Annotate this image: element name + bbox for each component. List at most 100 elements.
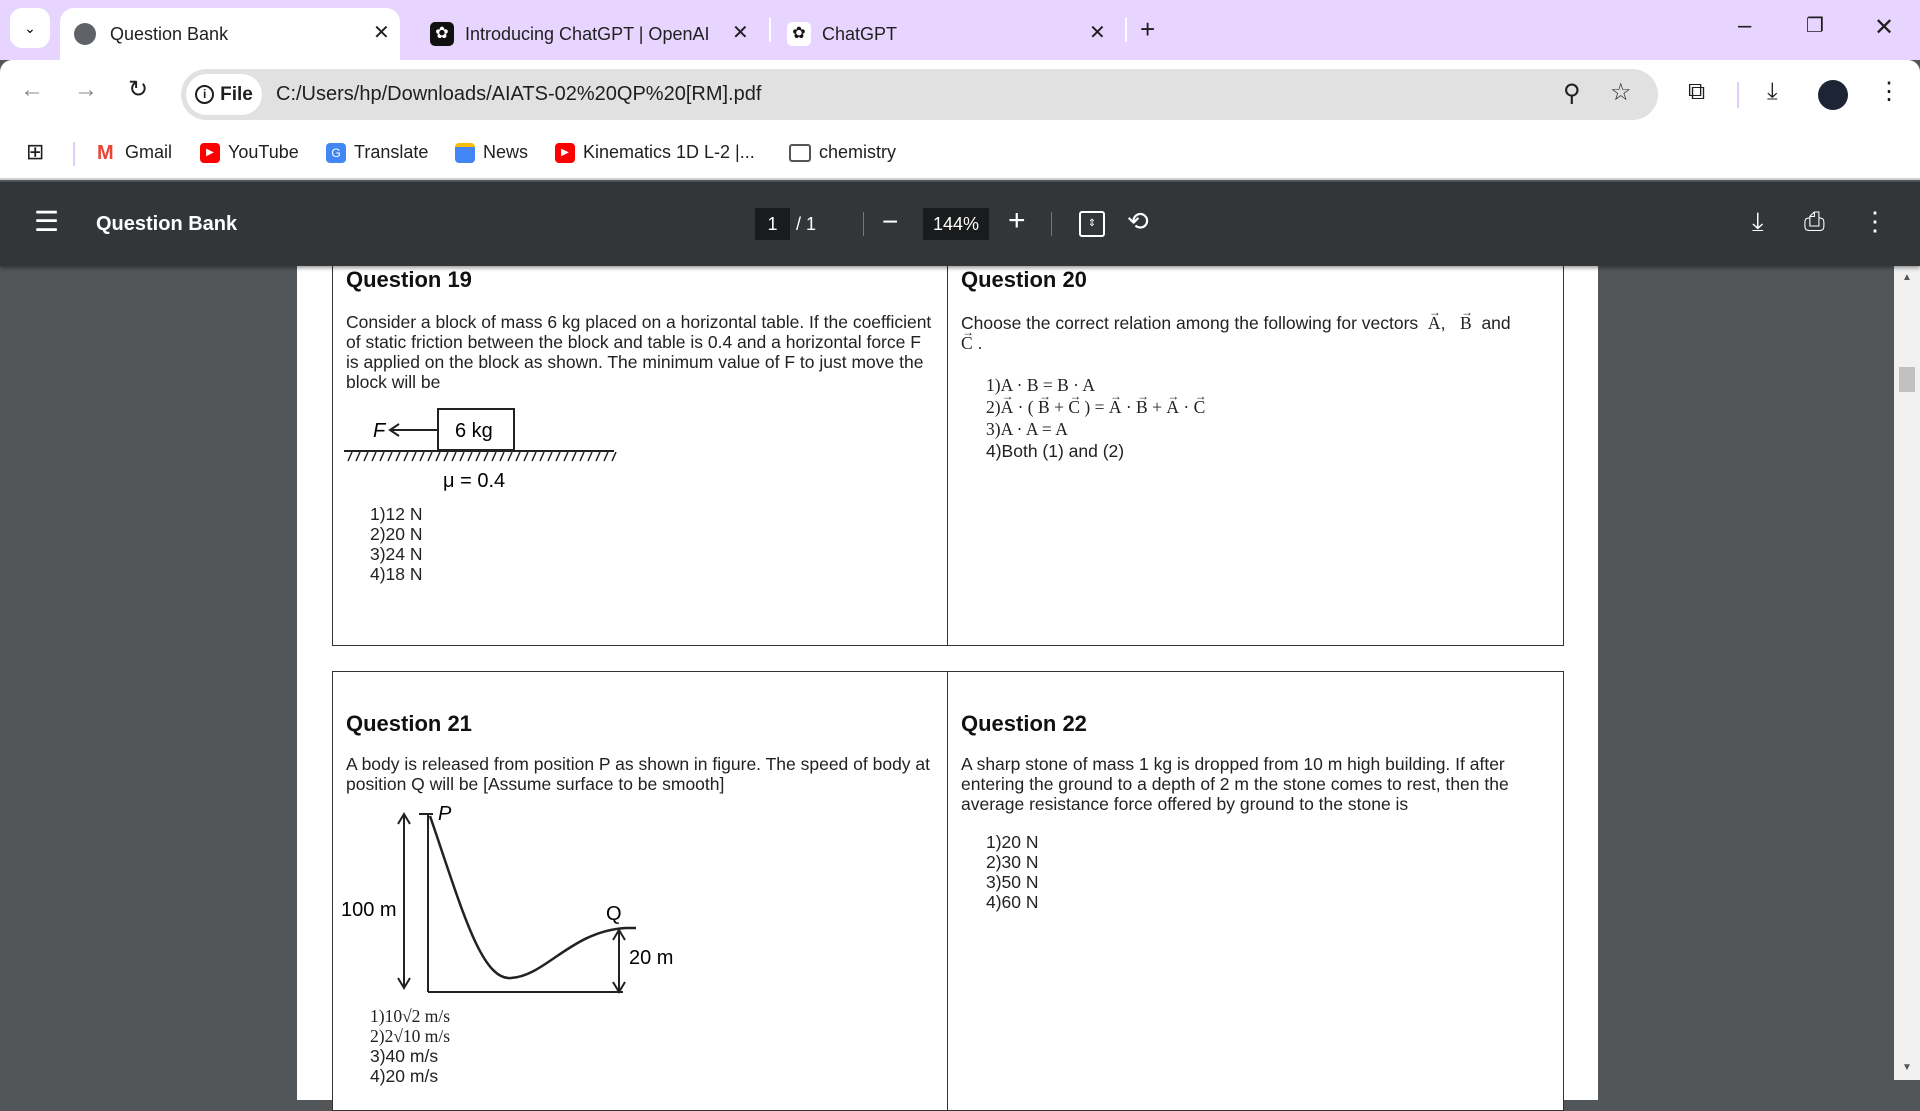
bookmark-star-icon[interactable]: ☆ [1610,81,1632,105]
zoom-level-input[interactable]: 144% [923,208,989,240]
url-text[interactable]: C:/Users/hp/Downloads/AIATS-02%20QP%20[R… [276,83,761,106]
force-label: F [373,420,387,442]
close-tab-icon[interactable]: ✕ [373,20,390,45]
options-list: 1)20 N 2)30 N 3)50 N 4)60 N [986,832,1039,912]
bookmark-chemistry[interactable]: chemistry [789,142,896,163]
bookmark-separator [73,142,75,166]
hatch-mark [579,451,585,462]
option[interactable]: 2)20 N [370,524,423,544]
scroll-down-icon[interactable]: ▼ [1902,1062,1912,1073]
option[interactable]: 3)40 m/s [370,1046,450,1066]
bookmark-gmail[interactable]: M Gmail [97,142,172,163]
menu-icon[interactable]: ⋮ [1877,80,1901,104]
hatch-mark [539,451,545,462]
back-icon[interactable]: ← [20,78,44,102]
fit-page-icon[interactable]: ⇕ [1079,211,1105,237]
hatch-mark [403,451,409,462]
option[interactable]: 3)24 N [370,544,423,564]
hatch-mark [419,451,425,462]
hatch-mark [547,451,553,462]
download-icon[interactable]: ⤓ [1767,80,1778,104]
tab-search-button[interactable]: ⌄ [10,8,50,48]
options-list: 1)12 N 2)20 N 3)24 N 4)18 N [370,504,423,584]
option[interactable]: 3)50 N [986,872,1039,892]
tab-title: Question Bank [110,23,229,44]
tab-chatgpt[interactable]: ✿ ChatGPT ✕ [780,8,1120,60]
hatch-mark [435,451,441,462]
rotate-icon[interactable]: ⟲ [1127,206,1149,237]
apps-icon[interactable]: ⊞ [26,141,44,163]
hatch-mark [571,451,577,462]
print-icon[interactable]: ⎙ [1804,206,1825,238]
bookmark-label: News [483,142,529,162]
vector-c: C [961,322,974,353]
question-21-cell: Question 21 A body is released from posi… [332,671,949,1111]
restore-icon[interactable]: ❐ [1806,16,1824,36]
tab-strip: ⌄ Question Bank ✕ ✿ Introducing ChatGPT … [0,0,1920,60]
option[interactable]: 3)A · A = A [986,418,1205,440]
bookmark-translate[interactable]: G Translate [326,142,428,163]
hatch-mark [459,451,465,462]
question-title: Question 22 [961,711,1087,736]
option[interactable]: 1)10√2 m/s [370,1006,450,1026]
mass-label: 6 kg [455,420,493,442]
options-list: 1)10√2 m/s 2)2√10 m/s 3)40 m/s 4)20 m/s [370,1006,450,1086]
option[interactable]: 4)Both (1) and (2) [986,440,1205,462]
new-tab-icon[interactable]: + [1140,16,1155,42]
option[interactable]: 4)20 m/s [370,1066,450,1086]
hamburger-menu-icon[interactable]: ☰ [34,208,59,236]
minimize-icon[interactable]: – [1738,14,1751,38]
p-label: P [438,806,452,825]
zoom-in-icon[interactable]: + [1008,204,1026,238]
hatch-mark [395,451,401,462]
hatch-mark [515,451,521,462]
avatar[interactable] [1818,80,1848,110]
bookmark-label: Translate [354,142,429,162]
bookmark-kinematics[interactable]: ▶ Kinematics 1D L-2 |... [555,142,755,163]
hatch-mark [467,451,473,462]
option[interactable]: 2)A · ( B + C ) = A · B + A · C [986,385,1206,418]
pdf-toolbar: ☰ Question Bank 1 / 1 − 144% + ⇕ ⟲ ⤓ ⎙ ⋮ [0,182,1920,266]
forward-icon[interactable]: → [74,78,98,102]
zoom-icon[interactable]: ⚲ [1563,82,1581,106]
option[interactable]: 2)30 N [986,852,1039,872]
tab-question-bank[interactable]: Question Bank ✕ [60,8,400,60]
tab-introducing-chatgpt[interactable]: ✿ Introducing ChatGPT | OpenAI ✕ [420,8,770,60]
extensions-icon[interactable]: ⧉ [1688,80,1705,104]
hatch-mark [379,451,385,462]
question-title: Question 21 [346,711,472,736]
close-window-icon[interactable]: ✕ [1874,16,1894,40]
hatch-mark [347,451,353,462]
option[interactable]: 4)60 N [986,892,1039,912]
hatch-mark [603,451,609,462]
scrollbar-thumb[interactable] [1899,367,1915,392]
page-number-input[interactable]: 1 [755,208,790,240]
download-icon[interactable]: ⤓ [1752,206,1764,238]
site-info-chip[interactable]: i File [186,74,262,115]
zoom-out-icon[interactable]: − [882,206,898,238]
option[interactable]: 1)12 N [370,504,423,524]
bookmark-news[interactable]: News [455,142,528,163]
vertical-scrollbar[interactable]: ▲ ▼ [1894,266,1920,1080]
option[interactable]: 1)20 N [986,832,1039,852]
hatch-mark [427,451,433,462]
hatch-mark [491,451,497,462]
reload-icon[interactable]: ↻ [128,78,148,102]
option[interactable]: 2)2√10 m/s [370,1026,450,1046]
translate-icon: G [326,142,346,163]
hatch-mark [411,451,417,462]
question-title: Question 19 [346,267,472,292]
question-19-cell: Question 19 Consider a block of mass 6 k… [332,230,949,646]
folder-icon [789,143,811,162]
close-tab-icon[interactable]: ✕ [732,20,749,45]
options-list: 1)A · B = B · A 2)A · ( B + C ) = A · B … [986,374,1206,462]
option[interactable]: 4)18 N [370,564,423,584]
scroll-up-icon[interactable]: ▲ [1902,272,1912,283]
close-tab-icon[interactable]: ✕ [1089,20,1106,45]
bookmarks-bar: ⊞ M Gmail ▶ YouTube G Translate News ▶ Kinem… [0,128,1920,180]
bookmark-label: chemistry [819,142,897,162]
tab-title: Introducing ChatGPT | OpenAI [465,23,710,44]
bookmark-youtube[interactable]: ▶ YouTube [200,142,299,163]
globe-icon [74,23,96,45]
more-actions-icon[interactable]: ⋮ [1862,206,1888,237]
